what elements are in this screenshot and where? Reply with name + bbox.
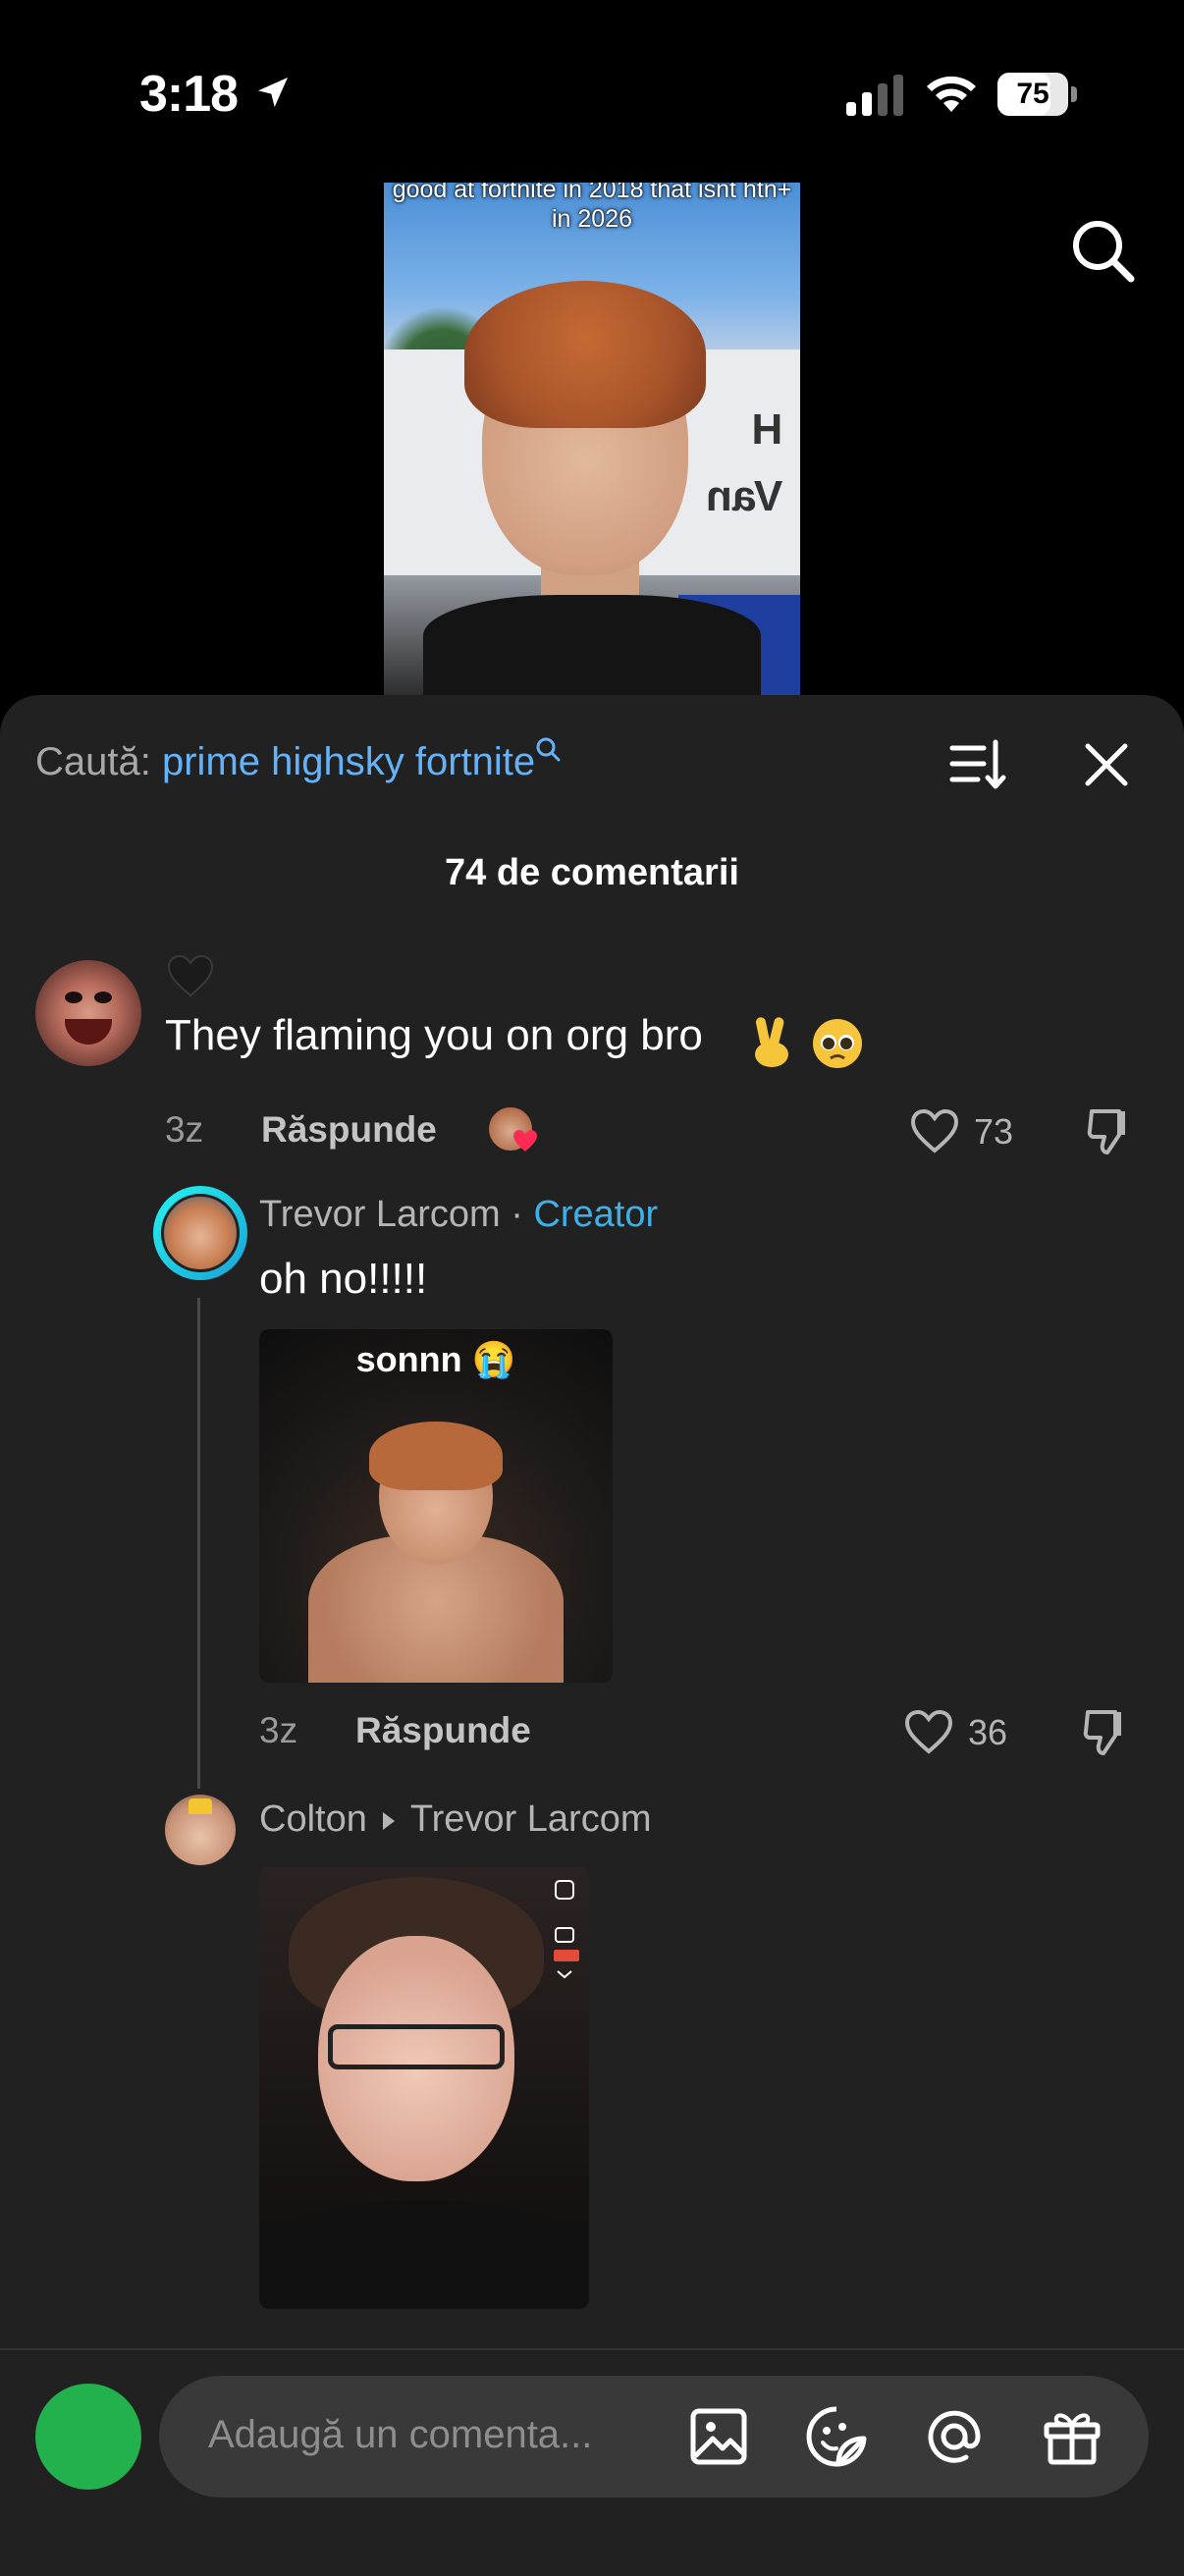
search-icon bbox=[536, 737, 561, 762]
like-count: 73 bbox=[974, 1111, 1014, 1152]
comment-input[interactable]: Adaugă un comenta... bbox=[159, 2376, 1149, 2497]
author-name: Colton bbox=[259, 1798, 367, 1840]
comment-image[interactable]: sonnn 😭 bbox=[259, 1329, 613, 1683]
wifi-icon bbox=[927, 76, 976, 112]
comment-time: 3z bbox=[259, 1710, 298, 1750]
sticker-overlay-icon bbox=[554, 1880, 579, 1979]
comments-sheet: Caută: prime highsky fortnite 74 de come… bbox=[0, 695, 1184, 2574]
search-prefix: Caută: bbox=[35, 740, 151, 783]
comment-author[interactable]: Colton Trevor Larcom bbox=[259, 1798, 652, 1841]
reply-button[interactable]: Răspunde bbox=[261, 1109, 437, 1151]
thread-line bbox=[197, 1298, 200, 1789]
search-suggestion[interactable]: Caută: prime highsky fortnite bbox=[35, 732, 561, 791]
location-arrow-icon bbox=[258, 78, 288, 107]
status-bar: 3:18 75 bbox=[0, 0, 1184, 187]
avatar[interactable] bbox=[165, 1795, 236, 1865]
reply-to-name: Trevor Larcom bbox=[409, 1798, 652, 1840]
battery-icon: 75 bbox=[997, 73, 1077, 116]
dislike-icon[interactable] bbox=[1086, 1105, 1137, 1156]
reply-button[interactable]: Răspunde bbox=[355, 1710, 531, 1751]
video-caption: good at fortnite in 2018 that isnt htn+ … bbox=[392, 183, 792, 233]
comment-author[interactable]: Trevor Larcom · Creator bbox=[259, 1194, 658, 1236]
video-preview[interactable]: H Van good at fortnite in 2018 that isnt… bbox=[384, 183, 800, 697]
status-time: 3:18 bbox=[139, 66, 239, 123]
like-count: 36 bbox=[968, 1712, 1008, 1752]
mention-icon[interactable] bbox=[923, 2405, 986, 2468]
sort-icon[interactable] bbox=[948, 734, 1007, 793]
sign-letters: H Van bbox=[706, 405, 783, 520]
avatar[interactable] bbox=[35, 960, 141, 1066]
heart-icon[interactable] bbox=[903, 1708, 954, 1755]
author-name: Trevor Larcom bbox=[259, 1194, 501, 1235]
search-query[interactable]: prime highsky fortnite bbox=[162, 740, 535, 783]
comments-count: 74 de comentarii bbox=[445, 852, 739, 893]
heart-icon bbox=[513, 1130, 537, 1152]
peace-hand-icon bbox=[755, 1017, 788, 1067]
comment-composer: Adaugă un comenta... bbox=[0, 2348, 1184, 2576]
gift-icon[interactable] bbox=[1041, 2405, 1103, 2468]
creator-badge: Creator bbox=[533, 1194, 659, 1235]
pleading-face-icon bbox=[813, 1019, 862, 1068]
dislike-icon[interactable] bbox=[1082, 1706, 1133, 1757]
comment-time: 3z bbox=[165, 1109, 204, 1150]
separator: · bbox=[511, 1194, 523, 1235]
heart-icon[interactable] bbox=[909, 1107, 960, 1154]
battery-level: 75 bbox=[1016, 78, 1049, 110]
comment-text: oh no!!!!! bbox=[259, 1255, 428, 1303]
reply-arrow-icon bbox=[382, 1811, 395, 1830]
image-caption: sonnn 😭 bbox=[355, 1339, 516, 1379]
signal-icon bbox=[846, 75, 903, 116]
sticker-icon[interactable] bbox=[805, 2405, 868, 2468]
search-icon[interactable] bbox=[1070, 218, 1137, 285]
avatar[interactable] bbox=[161, 1194, 240, 1272]
avatar[interactable] bbox=[35, 2384, 141, 2490]
close-icon[interactable] bbox=[1080, 738, 1133, 791]
comment-text: They flaming you on org bro bbox=[165, 1011, 703, 1059]
comment-image[interactable] bbox=[259, 1867, 589, 2309]
image-icon[interactable] bbox=[687, 2405, 750, 2468]
comment-input-placeholder[interactable]: Adaugă un comenta... bbox=[208, 2413, 592, 2457]
black-heart-icon bbox=[167, 954, 214, 997]
